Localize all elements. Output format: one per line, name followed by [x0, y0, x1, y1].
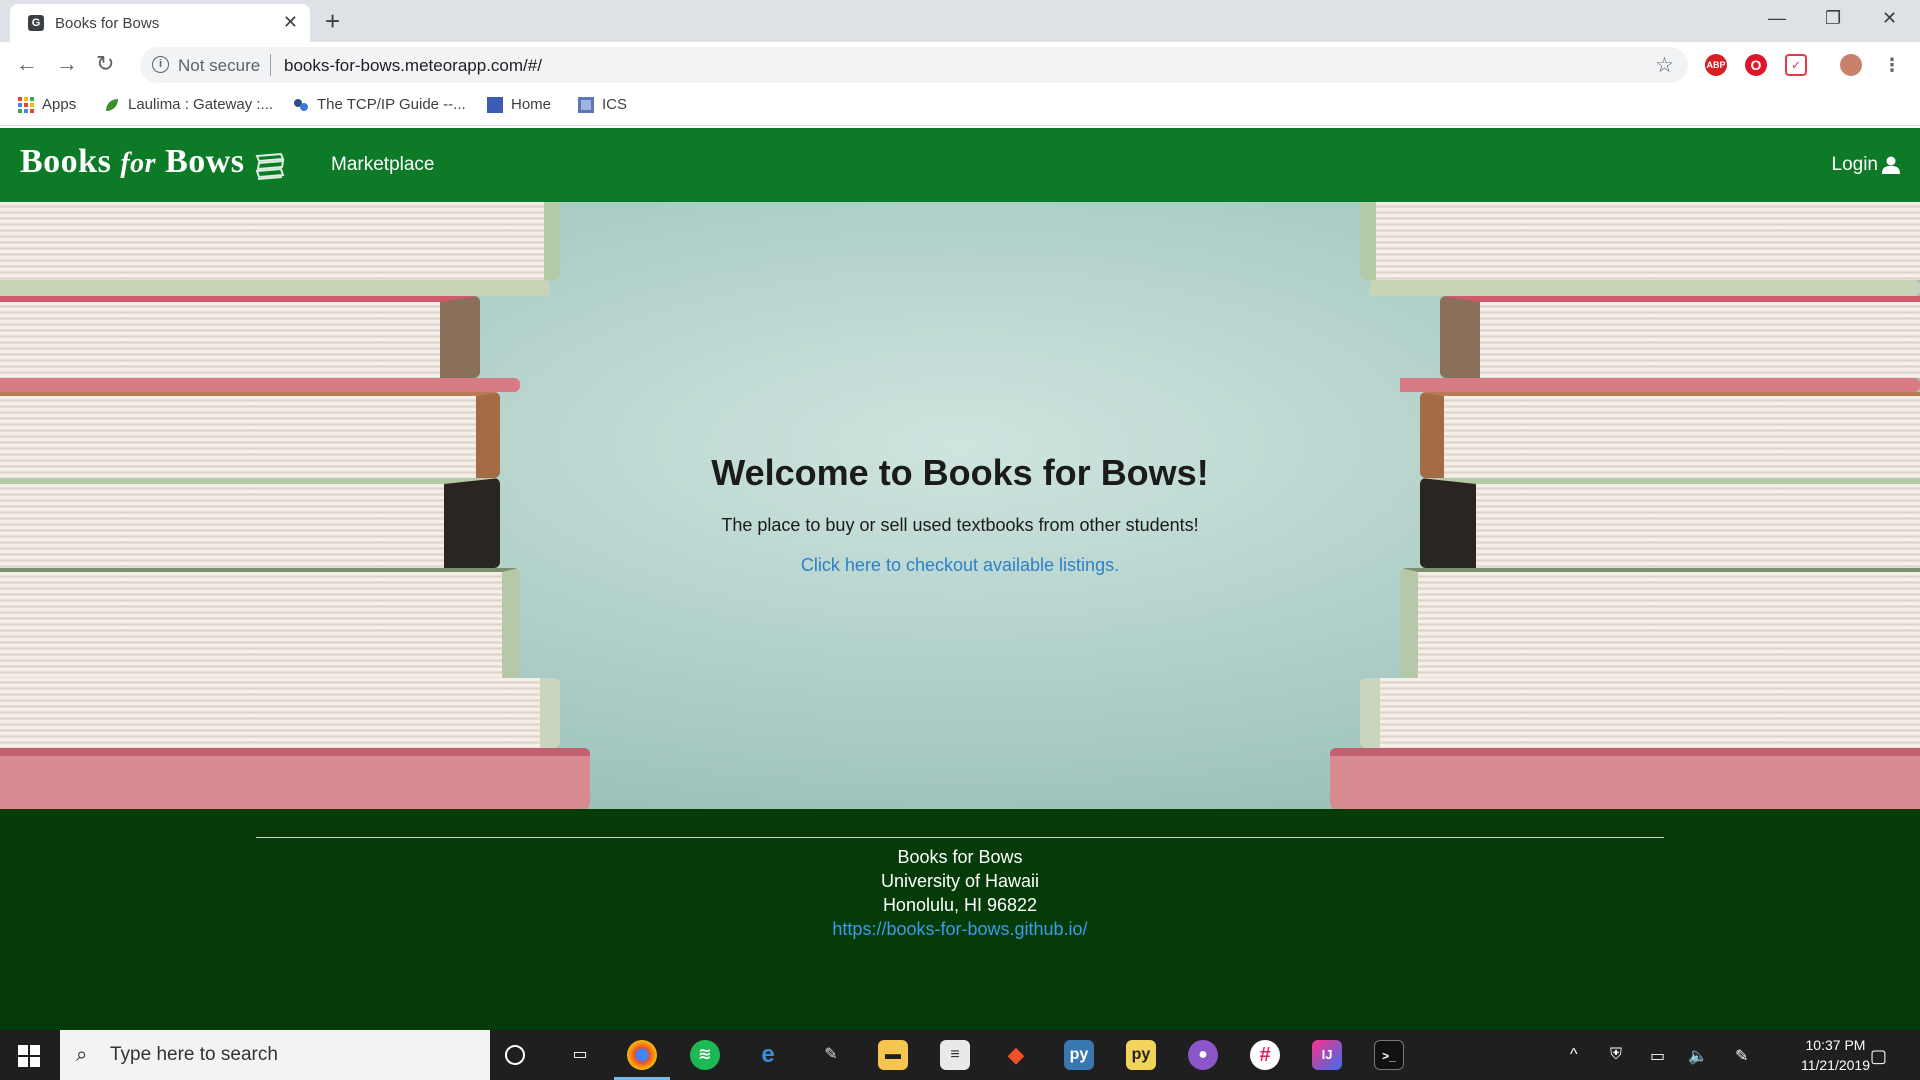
clock-time: 10:37 PM	[1805, 1037, 1866, 1053]
bookmark-label: The TCP/IP Guide --...	[317, 96, 466, 113]
git-icon[interactable]: ◆	[1001, 1040, 1031, 1070]
nav-marketplace-link[interactable]: Marketplace	[331, 154, 435, 176]
taskbar-search-box[interactable]: ⌕ Type here to search	[60, 1030, 490, 1080]
tab-strip: G Books for Bows ✕ + — ❐ ✕	[0, 0, 1920, 42]
restore-icon[interactable]: ❐	[1825, 8, 1841, 29]
bookmark-tcpip[interactable]: The TCP/IP Guide --...	[293, 96, 466, 113]
book-stack-right-image	[1300, 202, 1920, 809]
apps-grid-icon	[18, 96, 34, 113]
edge-icon[interactable]: e	[753, 1040, 783, 1070]
footer-site-name: Books for Bows	[897, 847, 1023, 867]
task-view-icon[interactable]: ▭	[565, 1040, 595, 1070]
url-divider	[270, 54, 271, 76]
hero-section: Welcome to Books for Bows! The place to …	[0, 202, 1920, 809]
menu-kebab-icon[interactable]: ⋮	[1883, 54, 1901, 76]
search-icon: ⌕	[76, 1044, 88, 1066]
bookmarks-bar: Apps Laulima : Gateway :... The TCP/IP G…	[0, 88, 1920, 126]
tcpip-guide-icon	[294, 98, 308, 111]
pocket-icon[interactable]: ✓	[1785, 54, 1807, 76]
security-label: Not secure	[178, 56, 261, 75]
windows-taskbar: ⌕ Type here to search ▭ ≋ e ✎ ▬ ≡ ◆ py p…	[0, 1030, 1920, 1080]
close-tab-icon[interactable]: ✕	[283, 12, 298, 33]
slack-icon[interactable]: #	[1250, 1040, 1280, 1070]
home-bookmark-icon	[487, 96, 503, 113]
bookmark-laulima[interactable]: Laulima : Gateway :...	[104, 96, 273, 113]
paint-icon[interactable]: ✎	[816, 1040, 846, 1070]
hero-heading: Welcome to Books for Bows!	[711, 452, 1209, 493]
site-favicon-icon: G	[28, 15, 44, 31]
volume-icon[interactable]: 🔈	[1688, 1046, 1708, 1066]
new-tab-button[interactable]: +	[325, 6, 340, 37]
bookmark-apps[interactable]: Apps	[18, 96, 76, 113]
github-desktop-icon[interactable]: ●	[1188, 1040, 1218, 1070]
notifications-icon[interactable]: ▢	[1870, 1046, 1887, 1067]
nav-login-link[interactable]: Login	[1831, 154, 1900, 176]
reload-icon[interactable]: ↻	[96, 51, 114, 77]
hero-subtitle: The place to buy or sell used textbooks …	[721, 515, 1199, 535]
battery-icon[interactable]: ▭	[1650, 1046, 1665, 1066]
logo-word-for: for	[120, 148, 157, 179]
tab-title: Books for Bows	[55, 15, 160, 32]
file-explorer-icon[interactable]: ▬	[878, 1040, 908, 1070]
notepad-icon[interactable]: ≡	[940, 1040, 970, 1070]
pen-icon[interactable]: ✎	[1735, 1046, 1748, 1066]
bookmark-star-icon[interactable]: ☆	[1655, 53, 1674, 78]
profile-avatar[interactable]	[1840, 54, 1862, 76]
bookmark-label: Home	[511, 96, 552, 113]
site-footer: Books for Bows University of Hawaii Hono…	[0, 809, 1920, 1030]
browser-tab[interactable]: G Books for Bows ✕	[10, 4, 310, 42]
opera-icon[interactable]: O	[1745, 54, 1767, 76]
bookmark-label: ICS	[602, 96, 628, 113]
info-icon[interactable]: i	[152, 56, 169, 73]
bookmark-home[interactable]: Home	[487, 96, 551, 113]
minimize-icon[interactable]: —	[1768, 8, 1786, 29]
url-text[interactable]: books-for-bows.meteorapp.com/#/	[284, 56, 542, 76]
windows-start-icon[interactable]	[18, 1045, 40, 1067]
taskbar-search-placeholder: Type here to search	[110, 1044, 278, 1065]
book-stack-left-image	[0, 202, 620, 809]
listings-link[interactable]: Click here to checkout available listing…	[0, 555, 1920, 576]
adblock-icon[interactable]: ABP	[1705, 54, 1727, 76]
bookmark-label: Laulima : Gateway :...	[128, 96, 274, 113]
ics-bookmark-icon	[578, 96, 594, 113]
forward-arrow-icon[interactable]: →	[56, 51, 78, 77]
show-hidden-icons-icon[interactable]: ^	[1570, 1046, 1578, 1064]
back-arrow-icon[interactable]: ←	[16, 51, 38, 77]
footer-github-link[interactable]: https://books-for-bows.github.io/	[0, 919, 1920, 940]
site-navbar: Books for Bows Marketplace Login	[0, 128, 1920, 202]
footer-university: University of Hawaii	[880, 871, 1040, 891]
browser-toolbar: ← → ↻ i Not secure books-for-bows.meteor…	[0, 42, 1920, 88]
login-label: Login	[1831, 154, 1879, 175]
clock-date: 11/21/2019	[1800, 1057, 1870, 1073]
spotify-icon[interactable]: ≋	[690, 1040, 720, 1070]
bookmark-label: Apps	[42, 96, 77, 113]
footer-divider	[256, 837, 1664, 838]
logo-word-bows: Bows	[165, 143, 245, 180]
system-clock[interactable]: 10:37 PM 11/21/2019	[1801, 1035, 1870, 1075]
site-logo[interactable]: Books for Bows	[20, 143, 245, 181]
book-stack-icon	[255, 152, 285, 180]
intellij-icon[interactable]: IJ	[1312, 1040, 1342, 1070]
chrome-icon[interactable]	[627, 1040, 657, 1070]
close-window-icon[interactable]: ✕	[1882, 8, 1897, 29]
cortana-icon[interactable]	[505, 1045, 525, 1065]
terminal-icon[interactable]: >_	[1374, 1040, 1404, 1070]
user-icon	[1882, 156, 1900, 174]
python-icon[interactable]: py	[1064, 1040, 1094, 1070]
address-bar[interactable]: i Not secure books-for-bows.meteorapp.co…	[140, 47, 1688, 83]
logo-word-books: Books	[20, 143, 112, 180]
bookmark-ics[interactable]: ICS	[578, 96, 627, 113]
laulima-icon	[106, 98, 118, 111]
folder-python-icon[interactable]: py	[1126, 1040, 1156, 1070]
security-shield-icon[interactable]: ⛨	[1610, 1046, 1622, 1064]
footer-address: Honolulu, HI 96822	[882, 895, 1038, 915]
